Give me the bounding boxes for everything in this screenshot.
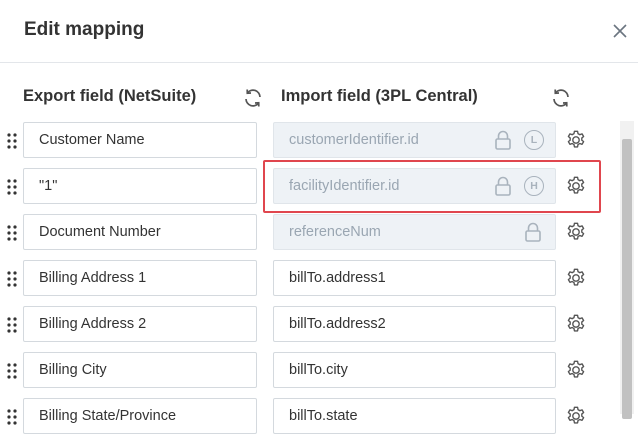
import-field-input[interactable]: billTo.address2 bbox=[273, 306, 556, 342]
drag-handle-icon[interactable] bbox=[6, 132, 18, 150]
import-field-input[interactable]: billTo.city bbox=[273, 352, 556, 388]
export-field-input[interactable]: Billing City bbox=[23, 352, 257, 388]
import-field-value: referenceNum bbox=[289, 224, 381, 240]
export-field-header: Export field (NetSuite) bbox=[23, 87, 197, 105]
import-field-value: billTo.address1 bbox=[289, 270, 386, 286]
gear-icon[interactable] bbox=[565, 267, 587, 289]
lock-icon bbox=[524, 222, 542, 242]
scrollbar[interactable] bbox=[620, 121, 634, 419]
scrollbar-thumb[interactable] bbox=[622, 139, 632, 419]
export-field-input[interactable]: Billing Address 1 bbox=[23, 260, 257, 296]
export-field-input[interactable]: Billing Address 2 bbox=[23, 306, 257, 342]
import-field-input: referenceNum bbox=[273, 214, 556, 250]
refresh-icon[interactable] bbox=[241, 86, 265, 110]
import-field-value: customerIdentifier.id bbox=[289, 132, 419, 148]
import-field-input: customerIdentifier.id bbox=[273, 122, 556, 158]
dialog-header: Edit mapping bbox=[0, 0, 638, 63]
export-field-input[interactable]: Customer Name bbox=[23, 122, 257, 158]
export-field-input[interactable]: "1" bbox=[23, 168, 257, 204]
import-field-value: billTo.state bbox=[289, 408, 358, 424]
export-field-input[interactable]: Document Number bbox=[23, 214, 257, 250]
import-field-input[interactable]: billTo.address1 bbox=[273, 260, 556, 296]
mapping-row: Billing State/Province billTo.state bbox=[0, 398, 618, 436]
import-field-header: Import field (3PL Central) bbox=[281, 87, 478, 105]
gear-icon[interactable] bbox=[565, 359, 587, 381]
refresh-icon[interactable] bbox=[549, 86, 573, 110]
drag-handle-icon[interactable] bbox=[6, 178, 18, 196]
dialog-title: Edit mapping bbox=[24, 19, 145, 40]
drag-handle-icon[interactable] bbox=[6, 408, 18, 426]
export-field-input[interactable]: Billing State/Province bbox=[23, 398, 257, 434]
mapping-row: Customer Name customerIdentifier.id L bbox=[0, 122, 618, 160]
gear-icon[interactable] bbox=[565, 405, 587, 427]
drag-handle-icon[interactable] bbox=[6, 270, 18, 288]
mapping-row: Billing City billTo.city bbox=[0, 352, 618, 390]
drag-handle-icon[interactable] bbox=[6, 362, 18, 380]
drag-handle-icon[interactable] bbox=[6, 316, 18, 334]
import-field-input[interactable]: billTo.state bbox=[273, 398, 556, 434]
close-icon[interactable] bbox=[610, 21, 630, 41]
gear-icon[interactable] bbox=[565, 129, 587, 151]
import-field-value: billTo.city bbox=[289, 362, 348, 378]
lock-icon bbox=[494, 130, 512, 150]
gear-icon[interactable] bbox=[565, 221, 587, 243]
drag-handle-icon[interactable] bbox=[6, 224, 18, 242]
highlight-box bbox=[263, 160, 601, 213]
mapping-row: Billing Address 1 billTo.address1 bbox=[0, 260, 618, 298]
gear-icon[interactable] bbox=[565, 313, 587, 335]
lookup-badge-icon: L bbox=[524, 130, 544, 150]
import-field-value: billTo.address2 bbox=[289, 316, 386, 332]
mapping-row: Billing Address 2 billTo.address2 bbox=[0, 306, 618, 344]
mapping-row: Document Number referenceNum bbox=[0, 214, 618, 252]
